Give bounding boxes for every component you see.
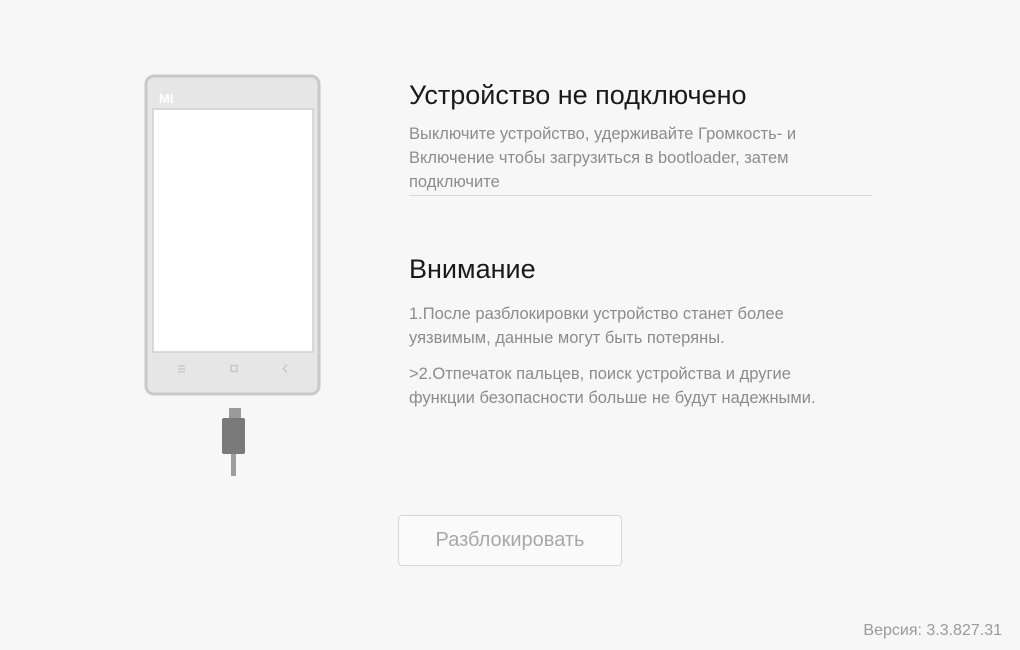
unlock-button[interactable]: Разблокировать xyxy=(398,515,622,566)
content-panel: Устройство не подключено Выключите устро… xyxy=(409,78,872,410)
mi-logo: MI xyxy=(159,91,173,106)
version-label: Версия: 3.3.827.31 xyxy=(863,622,1002,639)
cable-tip xyxy=(229,408,241,418)
phone-illustration: MI xyxy=(140,70,330,480)
mi-unlock-window: MI Устройство не подключено Выключите ус… xyxy=(0,0,1020,650)
warning-title: Внимание xyxy=(409,254,536,284)
cable-plug xyxy=(222,418,245,454)
phone-with-cable-icon: MI xyxy=(144,74,321,476)
warning-item: >2.Отпечаток пальцев, поиск устройства и… xyxy=(409,365,816,407)
cable-wire xyxy=(231,454,236,476)
status-title: Устройство не подключено xyxy=(409,80,747,110)
warning-item: 1.После разблокировки устройство станет … xyxy=(409,305,784,347)
connection-instructions: Выключите устройство, удерживайте Громко… xyxy=(409,122,872,196)
